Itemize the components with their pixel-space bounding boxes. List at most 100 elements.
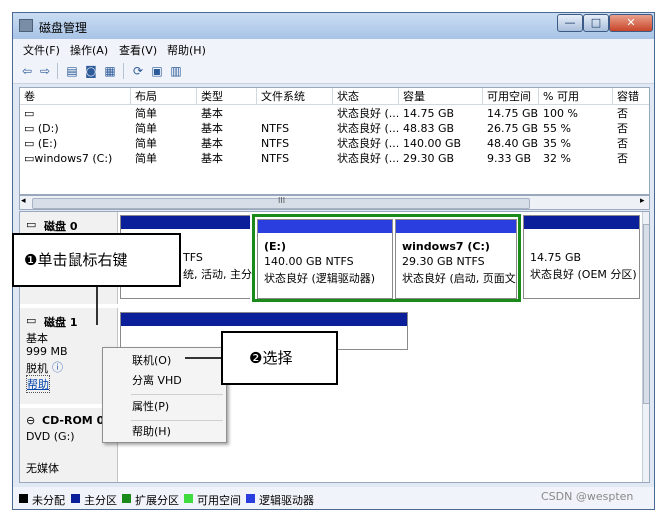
percent-free-cell: 35 %	[543, 137, 571, 150]
volume-cell: ▭windows7 (C:)	[24, 152, 113, 165]
fault-tolerance-cell: 否	[617, 137, 628, 150]
toolbar-separator	[57, 63, 58, 79]
legend-primary-swatch	[71, 494, 80, 503]
legend-extended-swatch	[122, 494, 131, 503]
cdrom-name: CD-ROM 0	[42, 414, 105, 427]
filesystem-cell	[257, 106, 333, 121]
window-title: 磁盘管理	[39, 21, 88, 35]
properties-icon[interactable]: ▣	[149, 63, 165, 79]
help-book-icon[interactable]: ◙	[83, 63, 99, 79]
col-volume[interactable]: 卷	[20, 88, 131, 105]
horizontal-scrollbar[interactable]: ◂ III ▸	[19, 195, 650, 210]
scroll-right-arrow-icon[interactable]: ▸	[640, 196, 645, 206]
context-item-help[interactable]: 帮助(H)	[105, 422, 224, 442]
disk-manage-icon[interactable]: ▥	[168, 63, 184, 79]
info-icon[interactable]: ⓘ	[52, 359, 63, 375]
col-filesystem[interactable]: 文件系统	[257, 88, 333, 105]
toolbar: ⇦ ⇨ ▤ ◙ ▦ ⟳ ▣ ▥	[13, 59, 654, 84]
fault-tolerance-cell: 否	[617, 122, 628, 135]
disk-management-icon	[19, 19, 33, 32]
partition-e[interactable]: (E:) 140.00 GB NTFS 状态良好 (逻辑驱动器)	[257, 219, 393, 299]
type-cell: 基本	[201, 107, 223, 120]
cdrom-icon: ⊖	[26, 414, 36, 427]
volume-cell: ▭ (D:)	[24, 122, 59, 135]
free-space-cell: 14.75 GB	[487, 107, 539, 120]
volume-drive-icon: ▭	[24, 152, 35, 165]
back-arrow-icon[interactable]: ⇦	[19, 63, 35, 79]
legend-unallocated: 未分配	[32, 494, 65, 507]
partition-c-status: 状态良好 (启动, 页面文	[402, 272, 516, 285]
context-menu: 联机(O) 分离 VHD 属性(P) 帮助(H)	[102, 347, 227, 443]
menu-action[interactable]: 操作(A)	[70, 42, 108, 58]
logical-drive-bar	[258, 220, 392, 233]
layout-cell: 简单	[135, 152, 157, 165]
layout-cell: 简单	[135, 107, 157, 120]
partition-e-title: (E:)	[264, 240, 286, 253]
context-item-properties[interactable]: 属性(P)	[105, 397, 224, 417]
partition-filesystem: TFS	[183, 251, 203, 264]
disk0-name: 磁盘 0	[44, 220, 78, 233]
hard-disk-icon: ▭	[26, 218, 37, 231]
status-cell: 状态良好 (...	[337, 122, 399, 135]
forward-arrow-icon[interactable]: ⇨	[37, 63, 53, 79]
disk1-help-link[interactable]: 帮助	[26, 375, 50, 393]
title-bar: 磁盘管理 — □ ✕	[13, 13, 654, 39]
console-tree-icon[interactable]: ▤	[64, 63, 80, 79]
volume-list: 卷 布局 类型 文件系统 状态 容量 可用空间 % 可用 容错 ▭ 简单 基本 …	[19, 87, 650, 195]
capacity-cell: 48.83 GB	[403, 122, 455, 135]
context-item-detach-vhd[interactable]: 分离 VHD	[105, 371, 224, 391]
scroll-left-arrow-icon[interactable]: ◂	[21, 196, 26, 206]
col-status[interactable]: 状态	[333, 88, 399, 105]
view-icon[interactable]: ▦	[102, 63, 118, 79]
type-cell: 基本	[201, 137, 223, 150]
layout-cell: 简单	[135, 137, 157, 150]
percent-free-cell: 55 %	[543, 122, 571, 135]
capacity-cell: 140.00 GB	[403, 137, 462, 150]
vertical-scrollbar[interactable]	[642, 212, 649, 482]
disk1-size: 999 MB	[26, 345, 68, 358]
col-free-space[interactable]: 可用空间	[483, 88, 539, 105]
disk1-state: 脱机	[26, 362, 48, 375]
fault-tolerance-cell: 否	[617, 152, 628, 165]
filesystem-cell: NTFS	[261, 122, 290, 135]
legend-logical: 逻辑驱动器	[259, 494, 314, 507]
percent-free-cell: 100 %	[543, 107, 578, 120]
partition-status: 统, 活动, 主分	[183, 268, 252, 281]
extended-partition[interactable]: (E:) 140.00 GB NTFS 状态良好 (逻辑驱动器) windows…	[252, 214, 521, 302]
callout-pointer-line	[96, 287, 98, 325]
partition-oem-size: 14.75 GB	[530, 251, 582, 264]
maximize-button[interactable]: □	[583, 14, 609, 32]
offline-disk-icon: ▭	[26, 314, 37, 327]
vertical-scroll-thumb[interactable]	[643, 224, 649, 404]
col-capacity[interactable]: 容量	[399, 88, 483, 105]
logical-drive-bar	[396, 220, 516, 233]
disk1-type: 基本	[26, 332, 48, 345]
free-space-cell: 9.33 GB	[487, 152, 532, 165]
cdrom-media: 无媒体	[26, 462, 59, 475]
disk1-name: 磁盘 1	[44, 316, 78, 329]
primary-partition-bar	[524, 216, 639, 229]
menu-help[interactable]: 帮助(H)	[167, 42, 206, 58]
close-button[interactable]: ✕	[609, 14, 653, 32]
col-percent-free[interactable]: % 可用	[539, 88, 613, 105]
context-item-online[interactable]: 联机(O)	[105, 351, 224, 371]
col-fault-tolerance[interactable]: 容错	[613, 88, 649, 105]
watermark: CSDN @wespten	[541, 490, 634, 503]
fault-tolerance-cell: 否	[617, 107, 628, 120]
col-type[interactable]: 类型	[197, 88, 257, 105]
disk1-partition-bar	[121, 313, 407, 326]
legend-free: 可用空间	[197, 494, 241, 507]
cdrom-type: DVD (G:)	[26, 430, 75, 443]
partition-c[interactable]: windows7 (C:) 29.30 GB NTFS 状态良好 (启动, 页面…	[395, 219, 517, 299]
legend-unallocated-swatch	[19, 494, 28, 503]
partition-oem[interactable]: 14.75 GB 状态良好 (OEM 分区)	[523, 215, 640, 299]
col-layout[interactable]: 布局	[131, 88, 197, 105]
menu-file[interactable]: 文件(F)	[23, 42, 60, 58]
legend-logical-swatch	[246, 494, 255, 503]
minimize-button[interactable]: —	[557, 14, 583, 32]
context-separator	[131, 394, 223, 395]
volume-cell: ▭ (E:)	[24, 137, 58, 150]
refresh-icon[interactable]: ⟳	[130, 63, 146, 79]
menu-view[interactable]: 查看(V)	[119, 42, 157, 58]
toolbar-separator	[123, 63, 124, 79]
